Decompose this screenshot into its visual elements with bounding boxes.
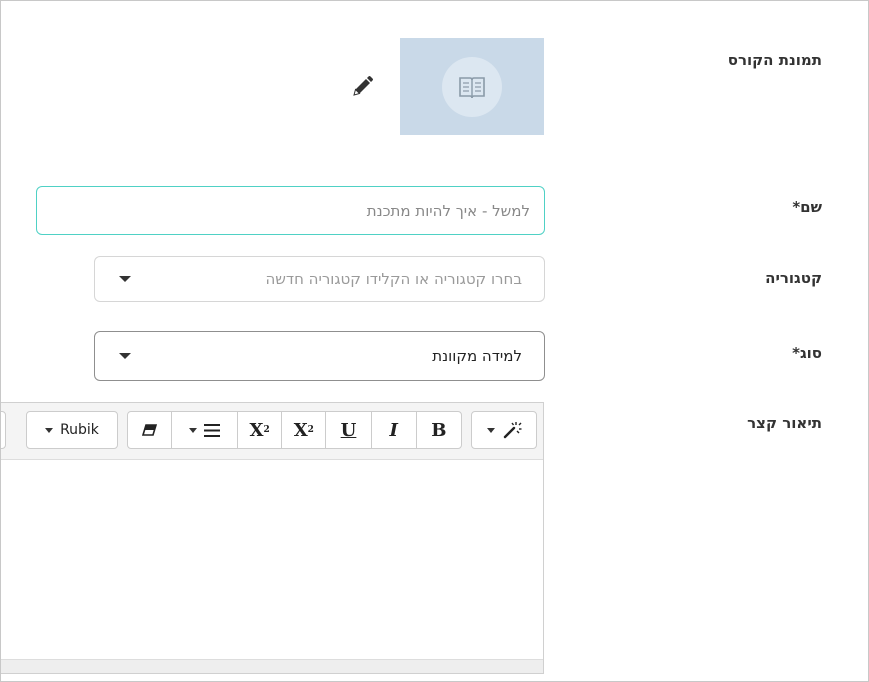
chevron-down-icon — [189, 427, 198, 433]
category-placeholder: בחרו קטגוריה או הקלידו קטגוריה חדשה — [265, 270, 522, 288]
font-family-dropdown[interactable]: Rubik — [27, 412, 117, 448]
type-select[interactable]: למידה מקוונת — [94, 331, 545, 381]
name-field[interactable] — [36, 186, 545, 235]
course-image-thumbnail[interactable] — [400, 38, 544, 135]
italic-label: I — [389, 419, 398, 441]
magic-wand-icon — [503, 422, 521, 439]
style-dropdown[interactable] — [472, 412, 536, 448]
book-icon — [442, 56, 502, 117]
subscript-button[interactable]: X2 — [238, 412, 283, 448]
chevron-down-icon — [119, 276, 131, 282]
italic-button[interactable]: I — [372, 412, 417, 448]
toolbar-overflow-group — [1, 411, 6, 449]
subscript-label: X — [249, 419, 264, 441]
description-label: תיאור קצר — [747, 414, 822, 432]
pencil-icon[interactable] — [349, 74, 375, 100]
editor-toolbar: Rubik X 2 X 2 U I B — [1, 403, 543, 460]
align-icon — [204, 423, 221, 437]
bold-button[interactable]: B — [417, 412, 461, 448]
subscript-mark: 2 — [263, 425, 270, 435]
format-group: X2 X2 U I B — [127, 411, 462, 449]
style-group — [471, 411, 537, 449]
bold-label: B — [431, 419, 447, 441]
superscript-label: X — [293, 419, 308, 441]
course-form-panel: תמונת הקורס שם* קטגוריה בחרו קט — [0, 0, 869, 682]
superscript-mark: 2 — [307, 425, 314, 435]
editor-content-area[interactable] — [1, 460, 543, 659]
course-image-label: תמונת הקורס — [727, 51, 822, 69]
font-family-value: Rubik — [60, 422, 99, 438]
underline-button[interactable]: U — [326, 412, 372, 448]
chevron-down-icon — [45, 427, 54, 433]
category-select[interactable]: בחרו קטגוריה או הקלידו קטגוריה חדשה — [94, 256, 545, 302]
editor-status-bar — [1, 659, 543, 673]
eraser-icon — [141, 424, 157, 436]
type-selected-value: למידה מקוונת — [432, 347, 522, 365]
type-label: סוג* — [792, 344, 822, 362]
chevron-down-icon — [486, 427, 495, 433]
category-label: קטגוריה — [765, 269, 822, 287]
name-label: שם* — [792, 198, 822, 216]
font-family-group: Rubik — [26, 411, 118, 449]
underline-label: U — [340, 419, 357, 441]
paragraph-align-dropdown[interactable] — [172, 412, 239, 448]
superscript-button[interactable]: X2 — [282, 412, 327, 448]
chevron-down-icon — [119, 353, 131, 359]
clear-format-button[interactable] — [128, 412, 173, 448]
description-editor: Rubik X 2 X 2 U I B — [1, 402, 544, 674]
name-input[interactable] — [37, 187, 544, 234]
